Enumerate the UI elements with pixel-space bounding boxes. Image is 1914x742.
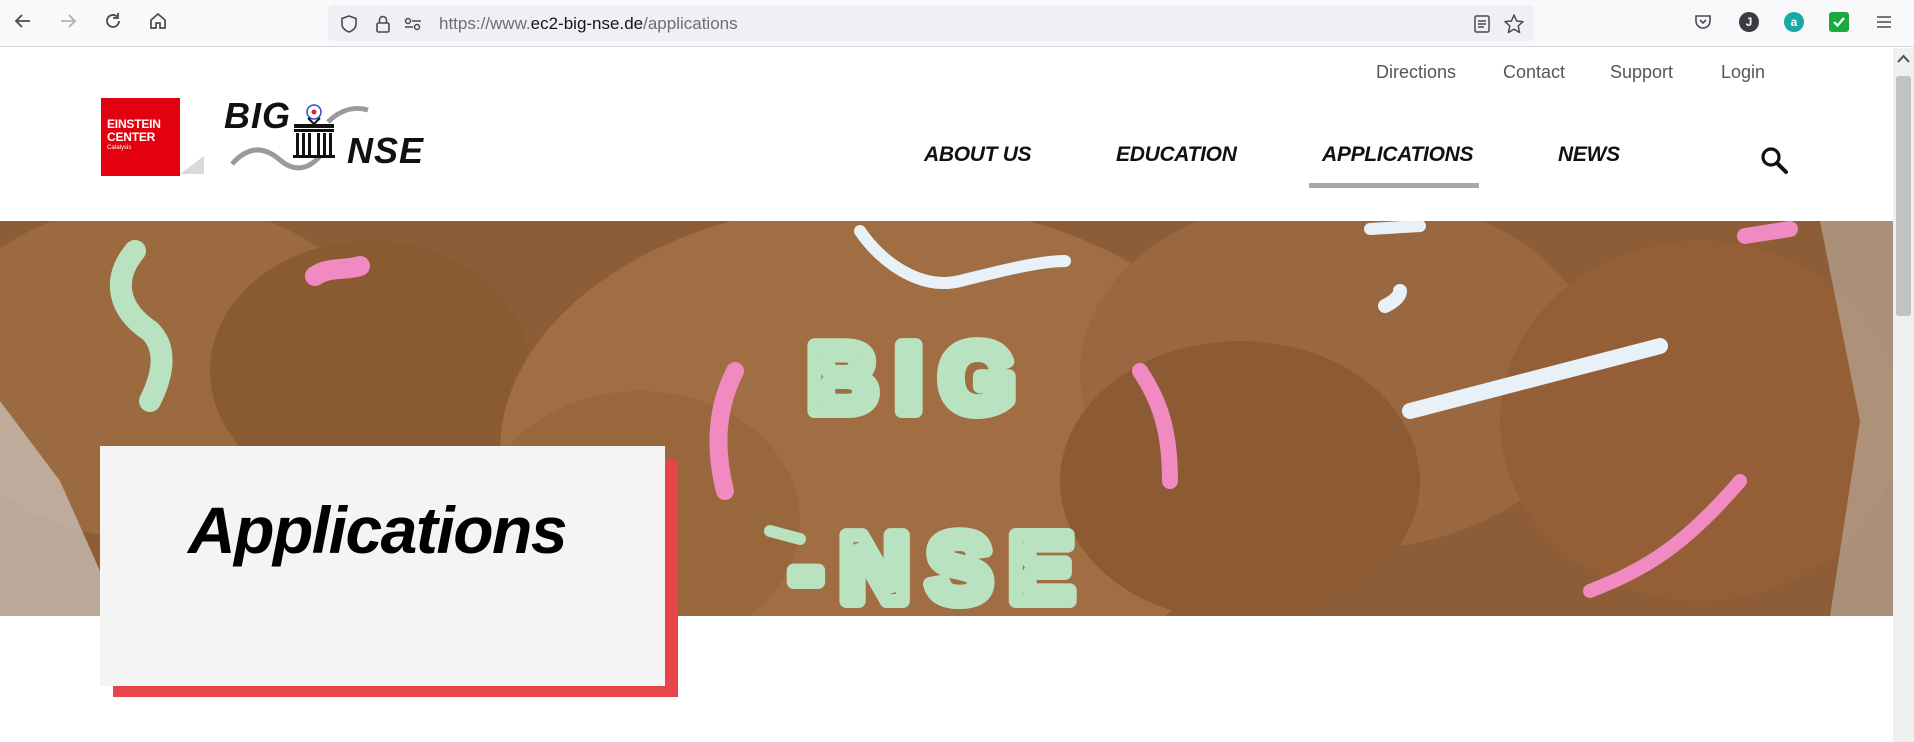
- home-button[interactable]: [145, 10, 171, 36]
- utility-link-directions[interactable]: Directions: [1376, 62, 1456, 83]
- lock-icon[interactable]: [372, 13, 394, 35]
- hamburger-menu-icon[interactable]: [1873, 11, 1895, 33]
- main-nav-applications[interactable]: APPLICATIONS: [1322, 143, 1473, 167]
- page-title-card: Applications: [100, 446, 665, 686]
- shield-icon[interactable]: [338, 13, 360, 35]
- search-icon: [1759, 147, 1789, 179]
- page-title: Applications: [188, 493, 568, 567]
- page-scrollbar[interactable]: [1893, 48, 1914, 742]
- profile-avatar[interactable]: J: [1738, 11, 1760, 33]
- permissions-icon[interactable]: [402, 13, 424, 35]
- active-nav-underline: [1309, 183, 1479, 188]
- arrow-right-icon: [58, 11, 78, 36]
- extension-a-icon[interactable]: a: [1783, 11, 1805, 33]
- cookie-icing-nse: -NSE: [790, 515, 1091, 616]
- logo-wave-gate-icon: [230, 104, 369, 171]
- utility-link-login[interactable]: Login: [1721, 62, 1765, 83]
- url-bar[interactable]: https://www.ec2-big-nse.de/applications: [328, 5, 1534, 41]
- einstein-center-logo[interactable]: EINSTEIN CENTER Catalysis: [101, 98, 180, 176]
- forward-button[interactable]: [55, 10, 81, 36]
- reload-icon: [103, 11, 123, 36]
- cookie-icing-big: BIG: [808, 325, 1033, 432]
- main-nav-about-us[interactable]: ABOUT US: [924, 143, 1032, 167]
- checkmark-extension-icon[interactable]: [1828, 11, 1850, 33]
- title-card-accent-bottom: [113, 686, 678, 697]
- arrow-left-icon: [13, 11, 33, 36]
- main-nav-education[interactable]: EDUCATION: [1116, 143, 1237, 167]
- url-text[interactable]: https://www.ec2-big-nse.de/applications: [439, 14, 738, 34]
- pocket-icon[interactable]: [1692, 11, 1714, 33]
- title-card-accent-right: [665, 460, 678, 697]
- utility-link-contact[interactable]: Contact: [1503, 62, 1565, 83]
- scroll-up-arrow-icon[interactable]: [1897, 52, 1910, 64]
- search-button[interactable]: [1759, 145, 1789, 175]
- utility-link-support[interactable]: Support: [1610, 62, 1673, 83]
- scrollbar-thumb[interactable]: [1896, 76, 1911, 316]
- reader-view-icon[interactable]: [1471, 13, 1493, 35]
- back-button[interactable]: [10, 10, 36, 36]
- site-header: Directions Contact Support Login EINSTEI…: [0, 48, 1893, 220]
- bookmark-star-icon[interactable]: [1503, 13, 1525, 35]
- browser-toolbar: https://www.ec2-big-nse.de/applications …: [0, 0, 1914, 47]
- reload-button[interactable]: [100, 10, 126, 36]
- main-nav-news[interactable]: NEWS: [1558, 143, 1620, 167]
- logo-shadow: [180, 156, 204, 174]
- home-icon: [148, 11, 168, 36]
